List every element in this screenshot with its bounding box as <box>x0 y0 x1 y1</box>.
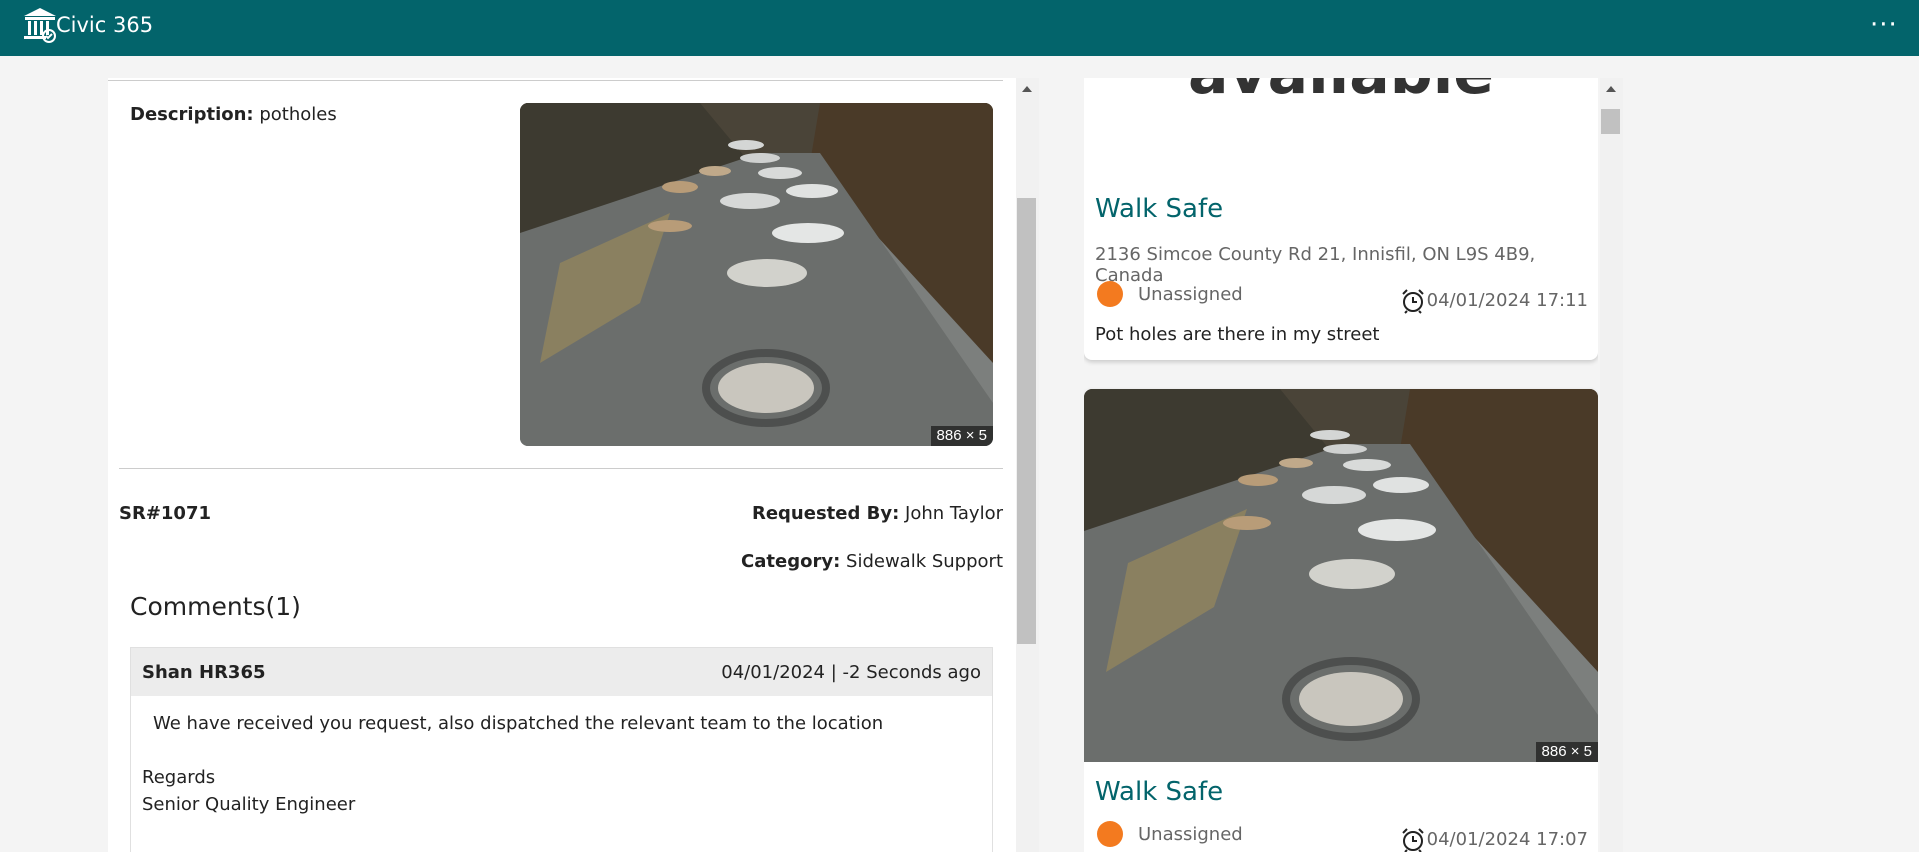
description-label: Description: <box>130 104 254 125</box>
card-datetime: 04/01/2024 17:11 <box>1426 290 1588 311</box>
app-title[interactable]: Civic 365 <box>56 13 153 37</box>
comment-timestamp: 04/01/2024 | -2 Seconds ago <box>721 661 981 683</box>
request-card[interactable]: 886 × 5 Walk Safe Unassigned 04/01/2024 … <box>1084 389 1598 852</box>
alarm-clock-icon <box>1402 289 1424 314</box>
bank-building-icon[interactable] <box>22 6 58 44</box>
comment-signoff-line-1: Regards <box>142 767 216 788</box>
image-dimension-label: 886 × 5 <box>1535 742 1598 762</box>
card-address: 2136 Simcoe County Rd 21, Innisfil, ON L… <box>1095 244 1536 286</box>
comment-header: Shan HR365 04/01/2024 | -2 Seconds ago <box>131 648 992 696</box>
scroll-up-arrow-icon[interactable] <box>1022 86 1032 92</box>
top-bar: Civic 365 ··· <box>0 0 1919 56</box>
divider <box>108 80 1003 81</box>
requested-by: Requested By: John Taylor <box>752 503 1003 524</box>
description-value: potholes <box>259 104 337 125</box>
image-not-available-placeholder: available <box>1084 78 1598 108</box>
comment-card: Shan HR365 04/01/2024 | -2 Seconds ago W… <box>130 647 993 852</box>
request-feed: available Walk Safe 2136 Simcoe County R… <box>1084 78 1598 852</box>
card-title[interactable]: Walk Safe <box>1095 777 1223 807</box>
comments-heading: Comments(1) <box>130 592 301 621</box>
category: Category: Sidewalk Support <box>741 551 1003 572</box>
status-dot <box>1097 281 1123 307</box>
status-label: Unassigned <box>1138 824 1243 845</box>
comment-signoff-line-2: Senior Quality Engineer <box>142 794 356 815</box>
request-detail-panel: Description: potholes 886 × 5 SR#1071 Re… <box>108 78 1039 852</box>
image-dimension-label: 886 × 5 <box>930 426 993 446</box>
detail-scrollbar[interactable] <box>1016 78 1039 852</box>
comment-author: Shan HR365 <box>142 661 266 683</box>
requested-by-label: Requested By: <box>751 503 900 524</box>
feed-scrollbar[interactable] <box>1600 78 1623 852</box>
category-value: Sidewalk Support <box>846 551 1003 572</box>
card-description: Pot holes are there in my street <box>1095 324 1380 345</box>
comment-body: We have received you request, also dispa… <box>131 696 992 832</box>
scrollbar-thumb[interactable] <box>1017 198 1036 644</box>
request-card[interactable]: available Walk Safe 2136 Simcoe County R… <box>1084 78 1598 360</box>
more-dots-icon[interactable]: ··· <box>1870 12 1898 38</box>
scrollbar-thumb[interactable] <box>1601 109 1620 134</box>
card-title[interactable]: Walk Safe <box>1095 194 1223 224</box>
pothole-photo[interactable]: 886 × 5 <box>520 103 993 446</box>
status-dot <box>1097 821 1123 847</box>
scroll-up-arrow-icon[interactable] <box>1606 86 1616 92</box>
alarm-clock-icon <box>1402 828 1424 852</box>
description: Description: potholes <box>130 104 337 125</box>
divider <box>119 468 1003 469</box>
requested-by-value: John Taylor <box>905 503 1003 524</box>
card-datetime: 04/01/2024 17:07 <box>1426 829 1588 850</box>
category-label: Category: <box>741 551 841 572</box>
status-label: Unassigned <box>1138 284 1243 305</box>
pothole-photo[interactable]: 886 × 5 <box>1084 389 1598 762</box>
comment-message: We have received you request, also dispa… <box>153 713 884 734</box>
service-request-number: SR#1071 <box>119 503 212 524</box>
